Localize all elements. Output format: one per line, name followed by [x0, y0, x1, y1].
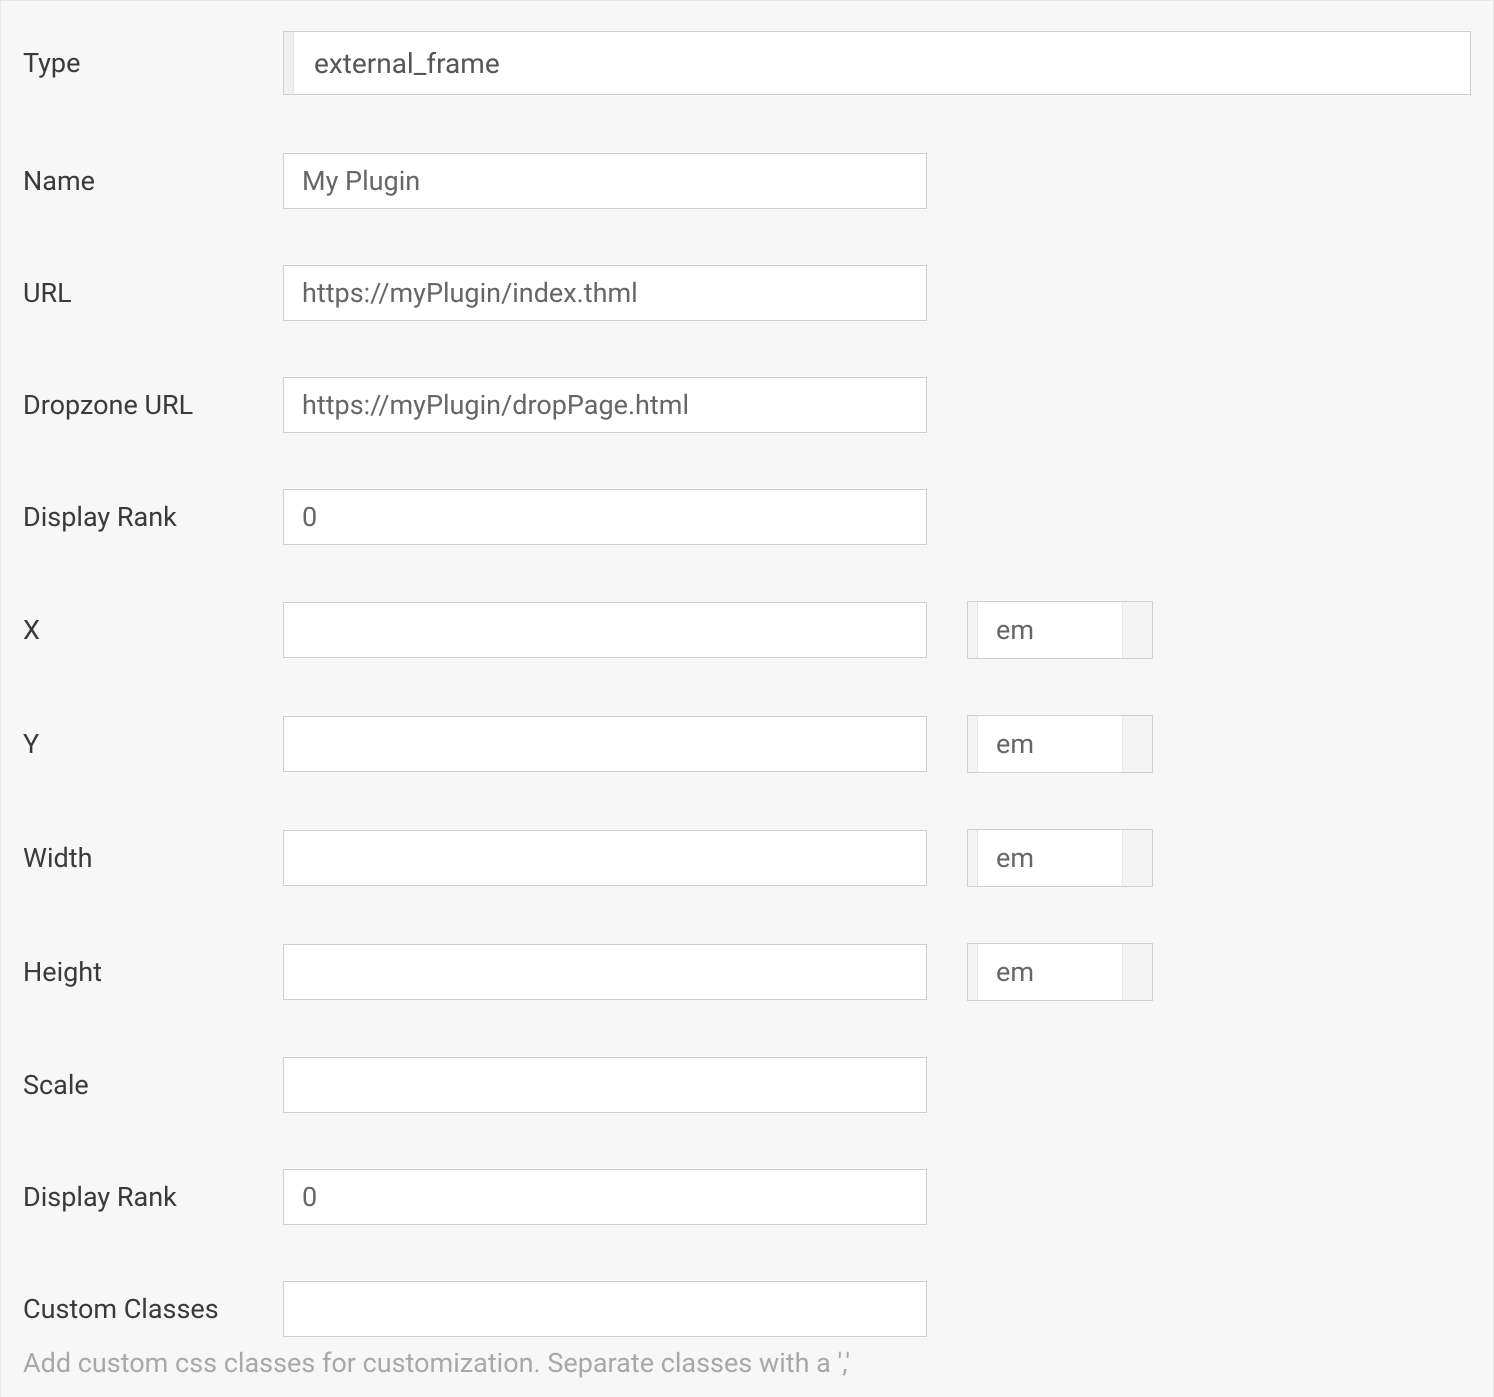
dropzone-url-input[interactable]	[283, 377, 927, 433]
label-name: Name	[23, 165, 283, 197]
custom-classes-help: Add custom css classes for customization…	[1, 1347, 1493, 1397]
label-url: URL	[23, 277, 283, 309]
row-type: Type external_frame	[1, 1, 1493, 125]
label-height: Height	[23, 956, 283, 988]
x-input[interactable]	[283, 602, 927, 658]
row-scale: Scale	[1, 1029, 1493, 1141]
row-display-rank-1: Display Rank	[1, 461, 1493, 573]
select-handle-icon	[968, 716, 978, 772]
row-width: Width em	[1, 801, 1493, 915]
label-x: X	[23, 614, 283, 646]
name-input[interactable]	[283, 153, 927, 209]
select-end-handle-icon	[1122, 602, 1152, 658]
height-input[interactable]	[283, 944, 927, 1000]
height-unit-select[interactable]: em	[967, 943, 1153, 1001]
row-y: Y em	[1, 687, 1493, 801]
display-rank-1-input[interactable]	[283, 489, 927, 545]
type-select-value: external_frame	[294, 32, 1470, 94]
select-handle-icon	[968, 830, 978, 886]
select-handle-icon	[284, 32, 294, 94]
select-end-handle-icon	[1122, 716, 1152, 772]
row-url: URL	[1, 237, 1493, 349]
label-scale: Scale	[23, 1069, 283, 1101]
width-unit-value: em	[978, 830, 1122, 886]
plugin-form: Type external_frame Name URL Dropzone UR…	[0, 0, 1494, 1397]
select-handle-icon	[968, 602, 978, 658]
custom-classes-input[interactable]	[283, 1281, 927, 1337]
height-unit-value: em	[978, 944, 1122, 1000]
row-name: Name	[1, 125, 1493, 237]
y-unit-value: em	[978, 716, 1122, 772]
label-display-rank-1: Display Rank	[23, 501, 283, 533]
url-input[interactable]	[283, 265, 927, 321]
label-y: Y	[23, 728, 283, 760]
y-unit-select[interactable]: em	[967, 715, 1153, 773]
select-end-handle-icon	[1122, 944, 1152, 1000]
x-unit-value: em	[978, 602, 1122, 658]
display-rank-2-input[interactable]	[283, 1169, 927, 1225]
select-end-handle-icon	[1122, 830, 1152, 886]
label-width: Width	[23, 842, 283, 874]
y-input[interactable]	[283, 716, 927, 772]
width-input[interactable]	[283, 830, 927, 886]
row-dropzone-url: Dropzone URL	[1, 349, 1493, 461]
width-unit-select[interactable]: em	[967, 829, 1153, 887]
select-handle-icon	[968, 944, 978, 1000]
type-select[interactable]: external_frame	[283, 31, 1471, 95]
scale-input[interactable]	[283, 1057, 927, 1113]
label-custom-classes: Custom Classes	[23, 1293, 283, 1325]
row-height: Height em	[1, 915, 1493, 1029]
label-display-rank-2: Display Rank	[23, 1181, 283, 1213]
label-dropzone-url: Dropzone URL	[23, 389, 283, 421]
row-x: X em	[1, 573, 1493, 687]
row-display-rank-2: Display Rank	[1, 1141, 1493, 1253]
label-type: Type	[23, 47, 283, 79]
x-unit-select[interactable]: em	[967, 601, 1153, 659]
